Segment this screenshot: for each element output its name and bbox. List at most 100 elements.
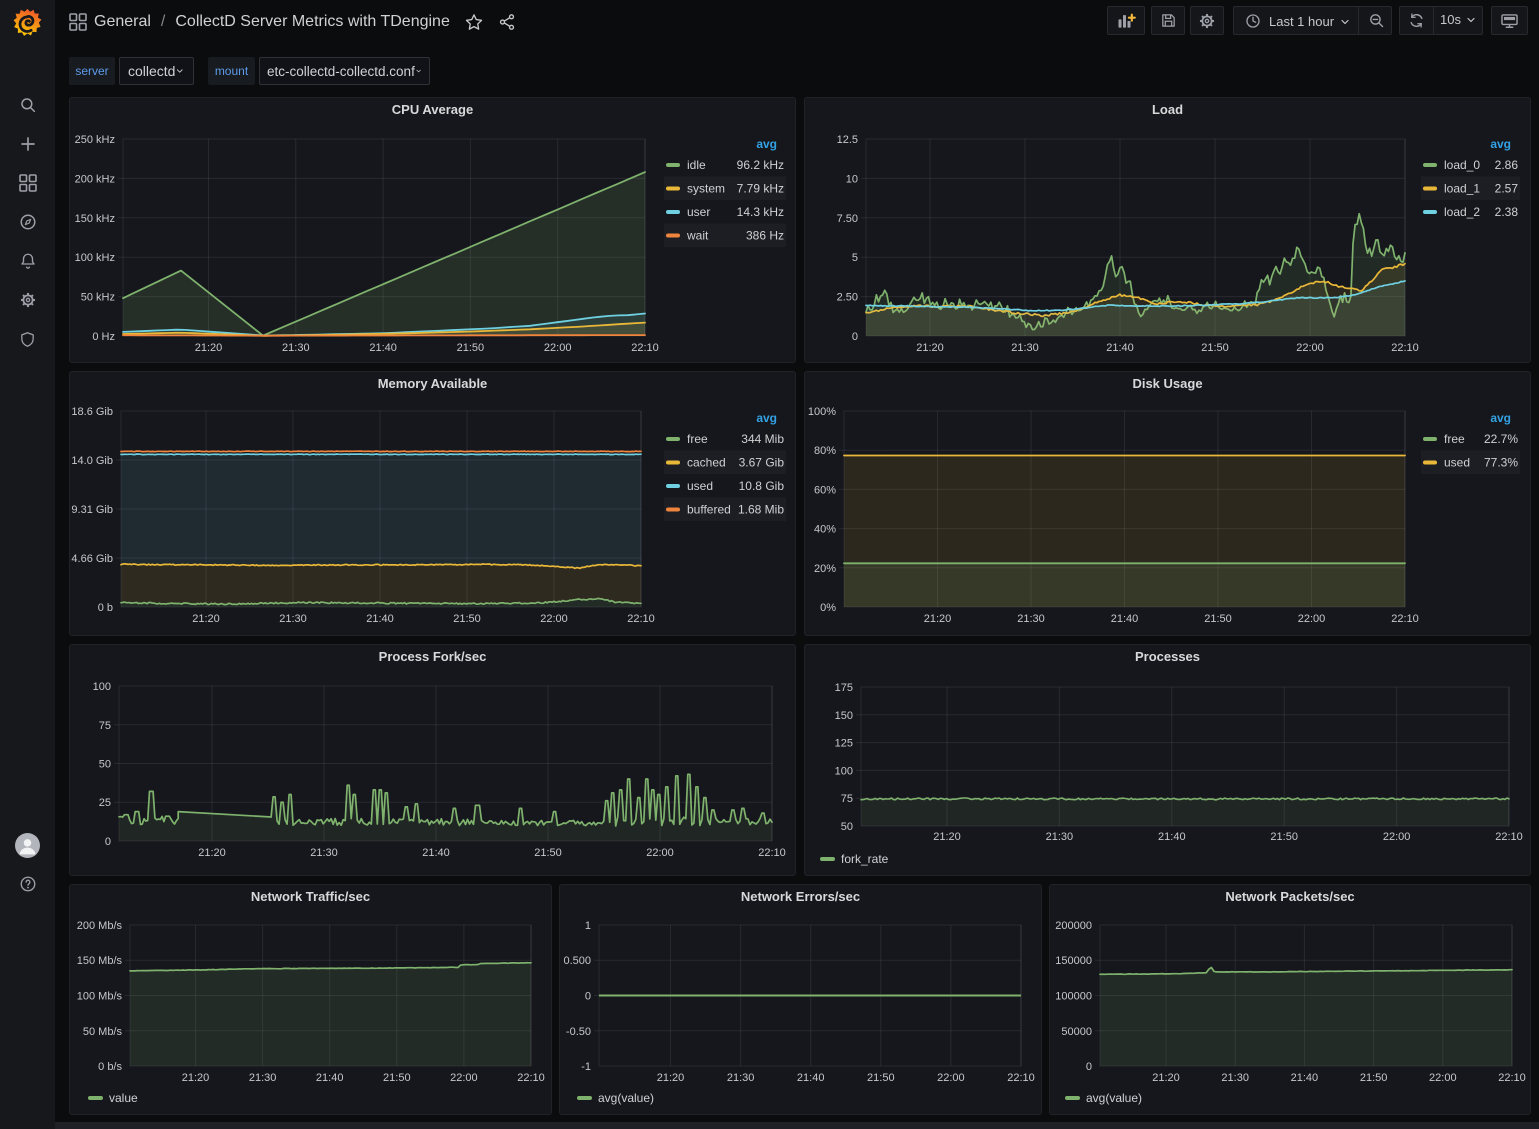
svg-text:50 kHz: 50 kHz [81, 292, 115, 304]
svg-text:18.6 Gib: 18.6 Gib [71, 406, 113, 418]
svg-text:22:10: 22:10 [1391, 342, 1419, 354]
svg-text:0.500: 0.500 [563, 955, 591, 967]
svg-text:22:10: 22:10 [1495, 831, 1523, 843]
svg-text:40%: 40% [814, 524, 836, 536]
svg-text:22:00: 22:00 [544, 342, 572, 354]
svg-text:load_2: load_2 [1444, 205, 1480, 219]
svg-text:21:30: 21:30 [1221, 1072, 1249, 1084]
svg-text:1.68 Mib: 1.68 Mib [738, 503, 784, 517]
svg-text:22:00: 22:00 [646, 847, 674, 859]
svg-text:21:30: 21:30 [1046, 831, 1074, 843]
svg-text:cached: cached [687, 456, 726, 470]
svg-text:used: used [687, 479, 713, 493]
svg-text:buffered: buffered [687, 503, 731, 517]
svg-text:10: 10 [846, 173, 858, 185]
svg-text:22:00: 22:00 [937, 1072, 965, 1084]
svg-text:0 b: 0 b [98, 602, 113, 614]
svg-text:21:30: 21:30 [310, 847, 338, 859]
svg-text:21:50: 21:50 [1360, 1072, 1388, 1084]
svg-text:3.67 Gib: 3.67 Gib [739, 456, 785, 470]
svg-text:22:10: 22:10 [631, 342, 659, 354]
svg-text:2.38: 2.38 [1495, 205, 1519, 219]
svg-text:22.7%: 22.7% [1484, 432, 1518, 446]
svg-text:21:20: 21:20 [192, 613, 220, 625]
svg-text:5: 5 [852, 252, 858, 264]
svg-text:avg(value): avg(value) [1086, 1091, 1142, 1105]
svg-text:75: 75 [841, 793, 853, 805]
svg-text:21:30: 21:30 [279, 613, 307, 625]
svg-text:21:20: 21:20 [657, 1072, 685, 1084]
svg-text:21:40: 21:40 [1111, 613, 1139, 625]
svg-text:21:50: 21:50 [1270, 831, 1298, 843]
svg-text:175: 175 [835, 682, 853, 694]
svg-text:0 b/s: 0 b/s [98, 1061, 122, 1073]
svg-text:80%: 80% [814, 445, 836, 457]
svg-text:21:40: 21:40 [369, 342, 397, 354]
svg-text:21:30: 21:30 [1011, 342, 1039, 354]
svg-text:21:40: 21:40 [1158, 831, 1186, 843]
svg-text:96.2 kHz: 96.2 kHz [737, 158, 784, 172]
svg-text:150: 150 [835, 710, 853, 722]
svg-text:21:50: 21:50 [1204, 613, 1232, 625]
svg-text:77.3%: 77.3% [1484, 456, 1518, 470]
svg-text:21:50: 21:50 [457, 342, 485, 354]
svg-text:4.66 Gib: 4.66 Gib [71, 553, 113, 565]
svg-text:0: 0 [1086, 1061, 1092, 1073]
svg-text:200 Mb/s: 200 Mb/s [77, 920, 123, 932]
svg-text:7.50: 7.50 [837, 213, 858, 225]
svg-text:avg: avg [1490, 411, 1511, 425]
svg-text:22:00: 22:00 [450, 1072, 478, 1084]
svg-text:21:20: 21:20 [182, 1072, 210, 1084]
svg-text:50 Mb/s: 50 Mb/s [83, 1026, 123, 1038]
svg-text:21:30: 21:30 [727, 1072, 755, 1084]
svg-text:100%: 100% [808, 406, 836, 418]
svg-text:load_1: load_1 [1444, 182, 1480, 196]
svg-text:344 Mib: 344 Mib [741, 432, 784, 446]
svg-text:200 kHz: 200 kHz [75, 173, 115, 185]
svg-text:386 Hz: 386 Hz [746, 229, 784, 243]
svg-text:14.3 kHz: 14.3 kHz [737, 205, 784, 219]
svg-text:21:20: 21:20 [198, 847, 226, 859]
svg-text:22:10: 22:10 [517, 1072, 545, 1084]
svg-text:100: 100 [93, 681, 111, 693]
svg-text:22:10: 22:10 [1498, 1072, 1526, 1084]
svg-text:7.79 kHz: 7.79 kHz [737, 182, 784, 196]
svg-text:idle: idle [687, 158, 706, 172]
svg-text:21:20: 21:20 [195, 342, 223, 354]
svg-text:150000: 150000 [1055, 955, 1092, 967]
svg-text:250 kHz: 250 kHz [75, 134, 115, 146]
svg-text:20%: 20% [814, 563, 836, 575]
svg-text:21:40: 21:40 [1106, 342, 1134, 354]
svg-text:150 Mb/s: 150 Mb/s [77, 955, 123, 967]
svg-text:21:20: 21:20 [1152, 1072, 1180, 1084]
svg-text:used: used [1444, 456, 1470, 470]
svg-text:22:00: 22:00 [540, 613, 568, 625]
svg-text:value: value [109, 1091, 138, 1105]
svg-text:12.5: 12.5 [837, 134, 858, 146]
svg-text:125: 125 [835, 738, 853, 750]
svg-text:0%: 0% [820, 602, 836, 614]
svg-text:fork_rate: fork_rate [841, 852, 889, 866]
svg-text:9.31 Gib: 9.31 Gib [71, 504, 113, 516]
svg-text:22:10: 22:10 [627, 613, 655, 625]
svg-text:21:40: 21:40 [797, 1072, 825, 1084]
svg-text:200000: 200000 [1055, 920, 1092, 932]
svg-text:21:50: 21:50 [1201, 342, 1229, 354]
svg-text:150 kHz: 150 kHz [75, 213, 115, 225]
svg-text:21:30: 21:30 [1017, 613, 1045, 625]
svg-text:0: 0 [585, 991, 591, 1003]
svg-text:21:50: 21:50 [534, 847, 562, 859]
svg-text:21:50: 21:50 [383, 1072, 411, 1084]
svg-text:14.0 Gib: 14.0 Gib [71, 455, 113, 467]
svg-text:user: user [687, 205, 710, 219]
svg-text:50: 50 [841, 821, 853, 833]
svg-text:21:40: 21:40 [422, 847, 450, 859]
svg-text:22:00: 22:00 [1429, 1072, 1457, 1084]
svg-text:0 Hz: 0 Hz [92, 331, 115, 343]
svg-text:21:30: 21:30 [282, 342, 310, 354]
svg-text:21:30: 21:30 [249, 1072, 277, 1084]
svg-text:free: free [687, 432, 708, 446]
svg-text:22:10: 22:10 [758, 847, 786, 859]
svg-text:22:00: 22:00 [1298, 613, 1326, 625]
svg-text:0: 0 [852, 331, 858, 343]
